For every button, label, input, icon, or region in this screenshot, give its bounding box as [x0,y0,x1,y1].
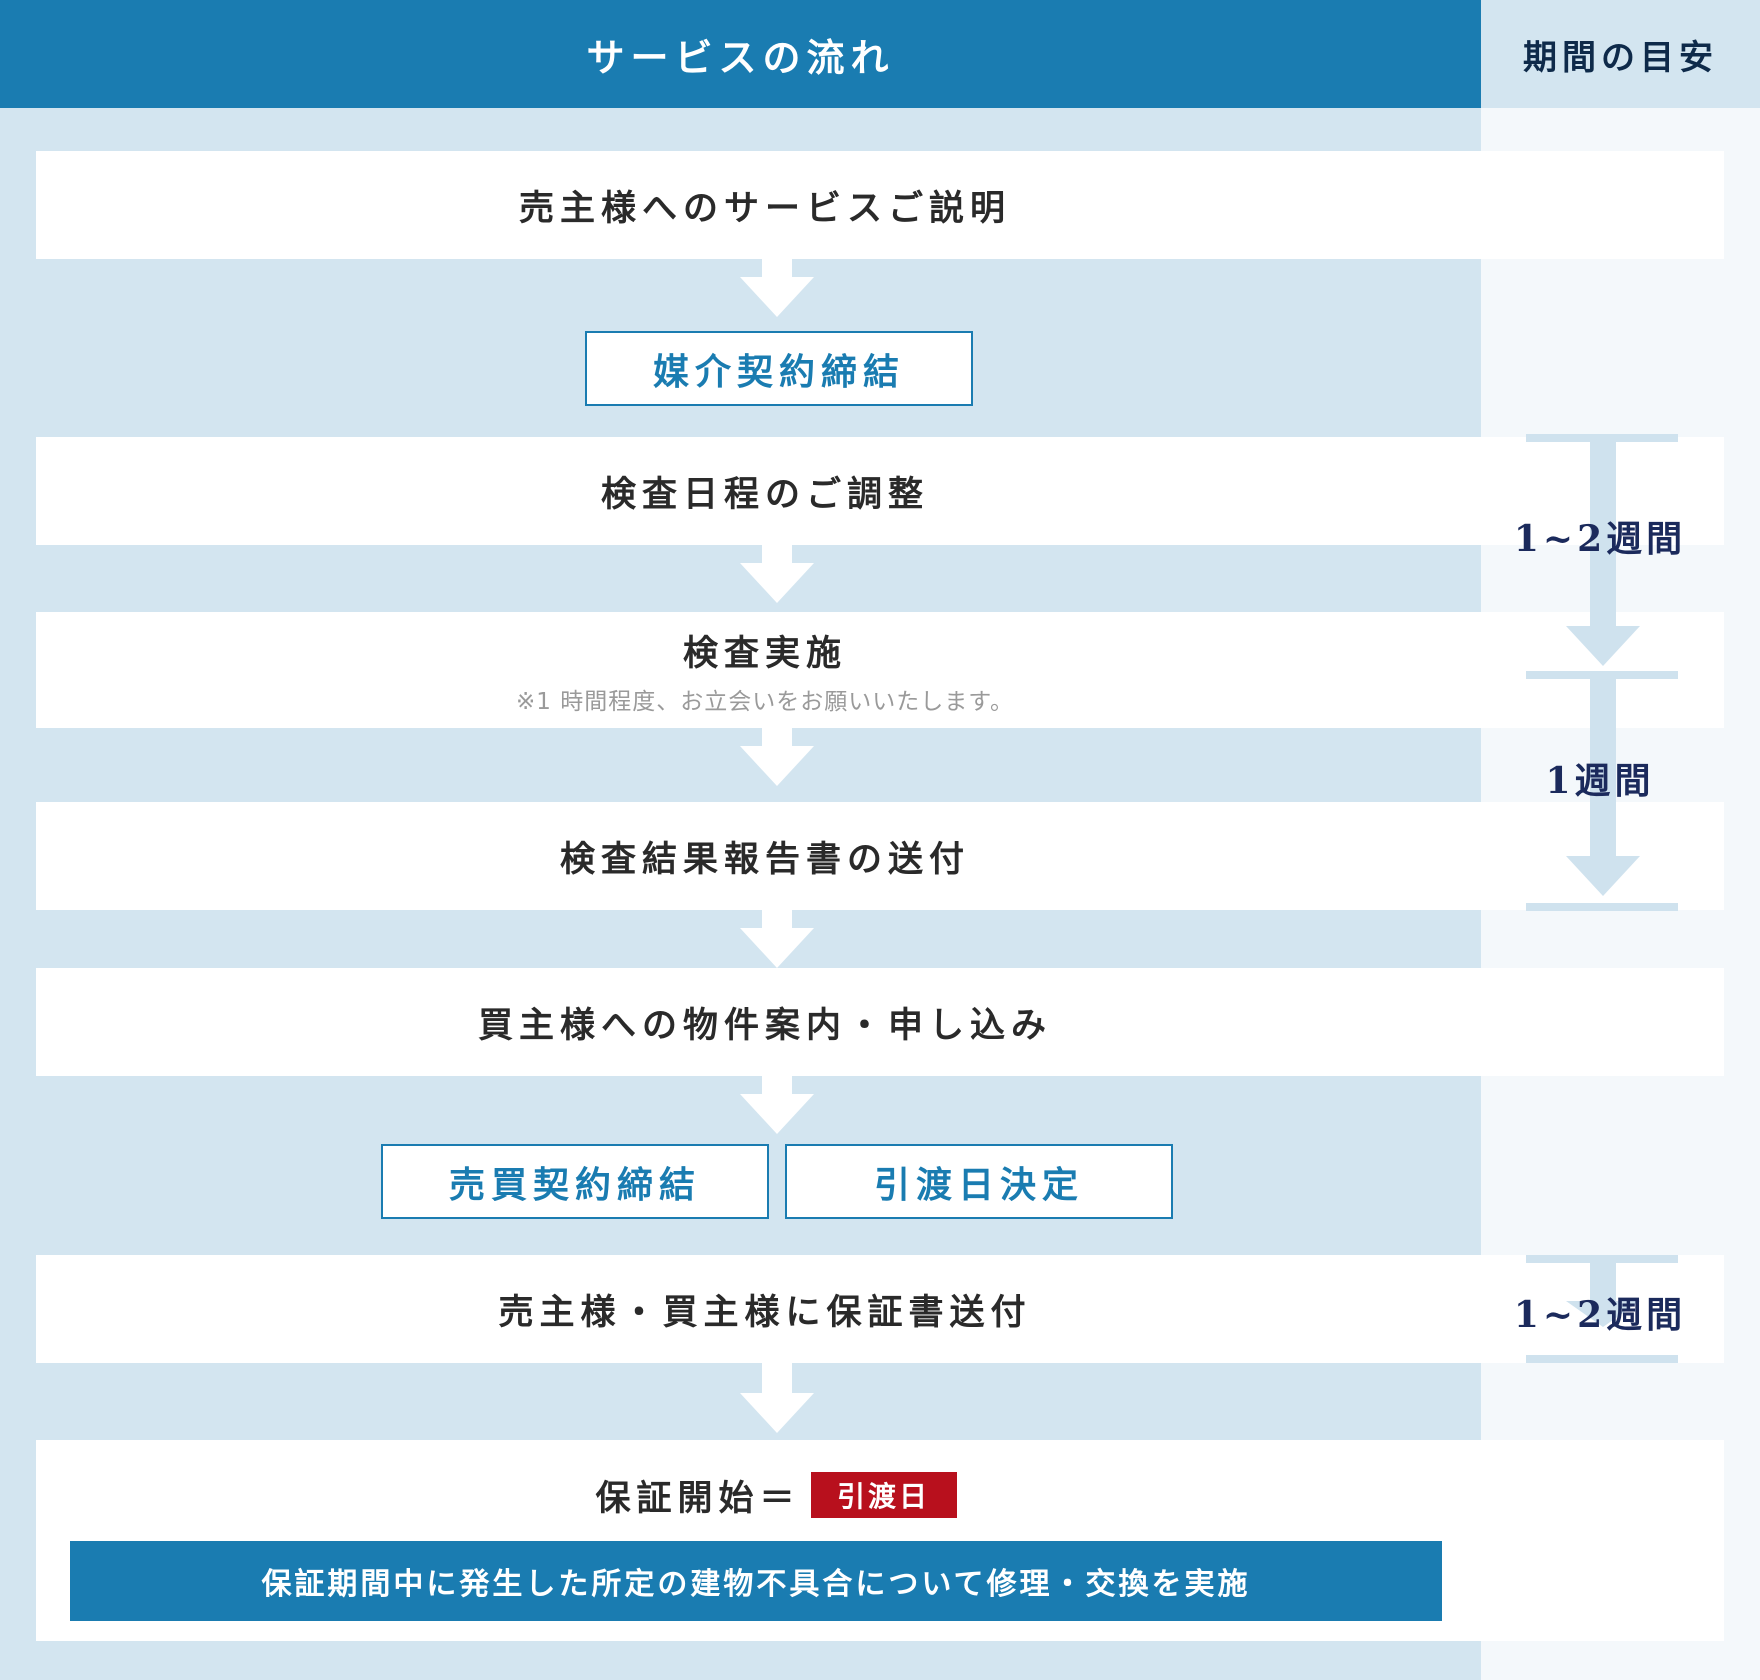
period-label-inspection: 1~2週間 [1513,518,1687,560]
milestone-handover-date: 引渡日決定 [785,1144,1173,1219]
flow-arrow-stem [762,1363,792,1395]
timeline-arrowhead [1566,856,1640,896]
flow-arrow [740,746,814,786]
step-title: 検査結果報告書の送付 [559,838,970,880]
period-label-warranty: 1~2週間 [1513,1294,1687,1336]
milestone-brokerage-contract: 媒介契約締結 [585,331,973,406]
period-column-header: 期間の目安 [1481,0,1760,108]
flow-arrow-stem [762,259,792,279]
step-title: 検査日程のご調整 [600,473,929,515]
timeline-start-tick [1526,1255,1678,1263]
service-flow-diagram: サービスの流れ 期間の目安 売主様へのサービスご説明 媒介契約締結 検査日程のご… [0,0,1760,1680]
flow-arrow [740,1393,814,1433]
flow-arrow [740,1094,814,1134]
warranty-scope-banner: 保証期間中に発生した所定の建物不具合について修理・交換を実施 [70,1541,1442,1621]
timeline-end-tick [1526,1355,1678,1363]
step-buyer-application: 買主様への物件案内・申し込み [36,968,1724,1076]
timeline-arrowhead [1566,626,1640,666]
step-warranty-delivery: 売主様・買主様に保証書送付 [36,1255,1724,1363]
step-title: 売主様・買主様に保証書送付 [498,1291,1032,1333]
warranty-start-row: 保証開始＝ 引渡日 [36,1470,1516,1520]
flow-arrow-stem [762,1076,792,1096]
step-title: 検査実施 [682,632,847,674]
step-service-explanation: 売主様へのサービスご説明 [36,151,1724,259]
step-inspection-scheduling: 検査日程のご調整 [36,437,1724,545]
handover-date-badge: 引渡日 [810,1472,957,1518]
flow-arrow [740,928,814,968]
step-note: ※1 時間程度、お立会いをお願いいたします。 [516,688,1014,715]
step-report-delivery: 検査結果報告書の送付 [36,802,1724,910]
period-label-report: 1週間 [1545,760,1655,802]
flow-column-header: サービスの流れ [0,0,1481,108]
flow-arrow-stem [762,545,792,565]
timeline-start-tick [1526,434,1678,442]
timeline-end-tick [1526,903,1678,911]
warranty-start-label: 保証開始＝ [595,1477,801,1519]
flow-arrow [740,563,814,603]
step-title: 売主様へのサービスご説明 [518,187,1011,229]
flow-arrow-stem [762,910,792,930]
timeline-tick [1526,671,1678,679]
milestone-sale-contract: 売買契約締結 [381,1144,769,1219]
flow-arrow [740,277,814,317]
step-title: 買主様への物件案内・申し込み [477,1004,1052,1046]
step-inspection: 検査実施 ※1 時間程度、お立会いをお願いいたします。 [36,612,1724,728]
flow-arrow-stem [762,728,792,748]
